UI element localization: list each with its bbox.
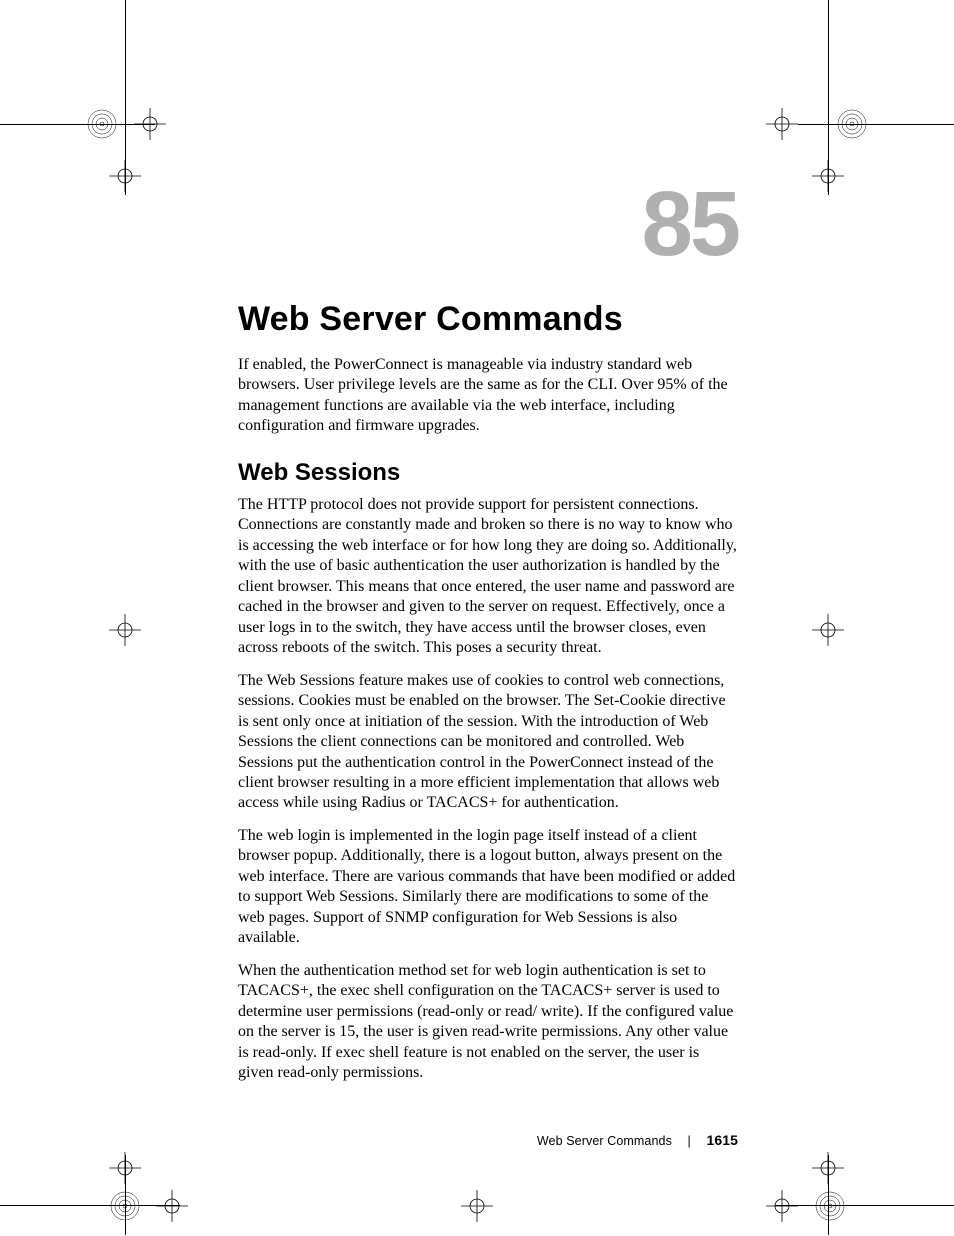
crop-mark <box>828 0 829 195</box>
crop-mark <box>125 1155 126 1235</box>
registration-rosette-icon <box>800 1176 860 1236</box>
section-paragraph: When the authentication method set for w… <box>238 961 738 1084</box>
page-footer: Web Server Commands | 1615 <box>238 1132 738 1148</box>
chapter-number: 85 <box>238 178 738 270</box>
footer-page-number: 1615 <box>706 1132 738 1148</box>
crop-mark <box>775 1205 954 1206</box>
crop-mark <box>0 1205 180 1206</box>
section-paragraph: The Web Sessions feature makes use of co… <box>238 671 738 814</box>
footer-separator: | <box>688 1134 691 1148</box>
registration-cross-icon <box>457 1186 497 1226</box>
chapter-intro: If enabled, the PowerConnect is manageab… <box>238 355 738 437</box>
section-title: Web Sessions <box>238 459 738 487</box>
crop-mark <box>798 124 954 125</box>
registration-cross-icon <box>808 610 848 650</box>
registration-cross-icon <box>105 610 145 650</box>
registration-cross-icon <box>762 104 802 144</box>
registration-cross-icon <box>152 1186 192 1226</box>
page-content: 85 Web Server Commands If enabled, the P… <box>238 178 738 1096</box>
crop-mark <box>828 1155 829 1235</box>
registration-cross-icon <box>762 1186 802 1226</box>
chapter-title: Web Server Commands <box>238 300 738 339</box>
crop-mark <box>125 0 126 195</box>
section-paragraph: The web login is implemented in the logi… <box>238 826 738 949</box>
footer-section-label: Web Server Commands <box>537 1134 672 1148</box>
crop-mark <box>0 124 155 125</box>
section-paragraph: The HTTP protocol does not provide suppo… <box>238 495 738 659</box>
